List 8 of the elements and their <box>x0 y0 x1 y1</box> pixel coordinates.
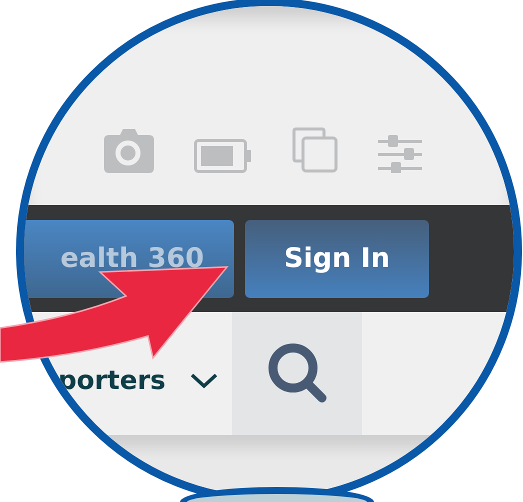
camera-icon[interactable] <box>104 129 154 173</box>
nav-button[interactable]: Sign In <box>245 220 429 298</box>
sliders-icon[interactable] <box>378 133 422 173</box>
copy-icon[interactable] <box>292 127 338 173</box>
battery-icon[interactable] <box>194 139 252 173</box>
search-button[interactable] <box>232 312 362 435</box>
search-icon <box>266 342 328 404</box>
chevron-down-icon <box>190 372 218 388</box>
